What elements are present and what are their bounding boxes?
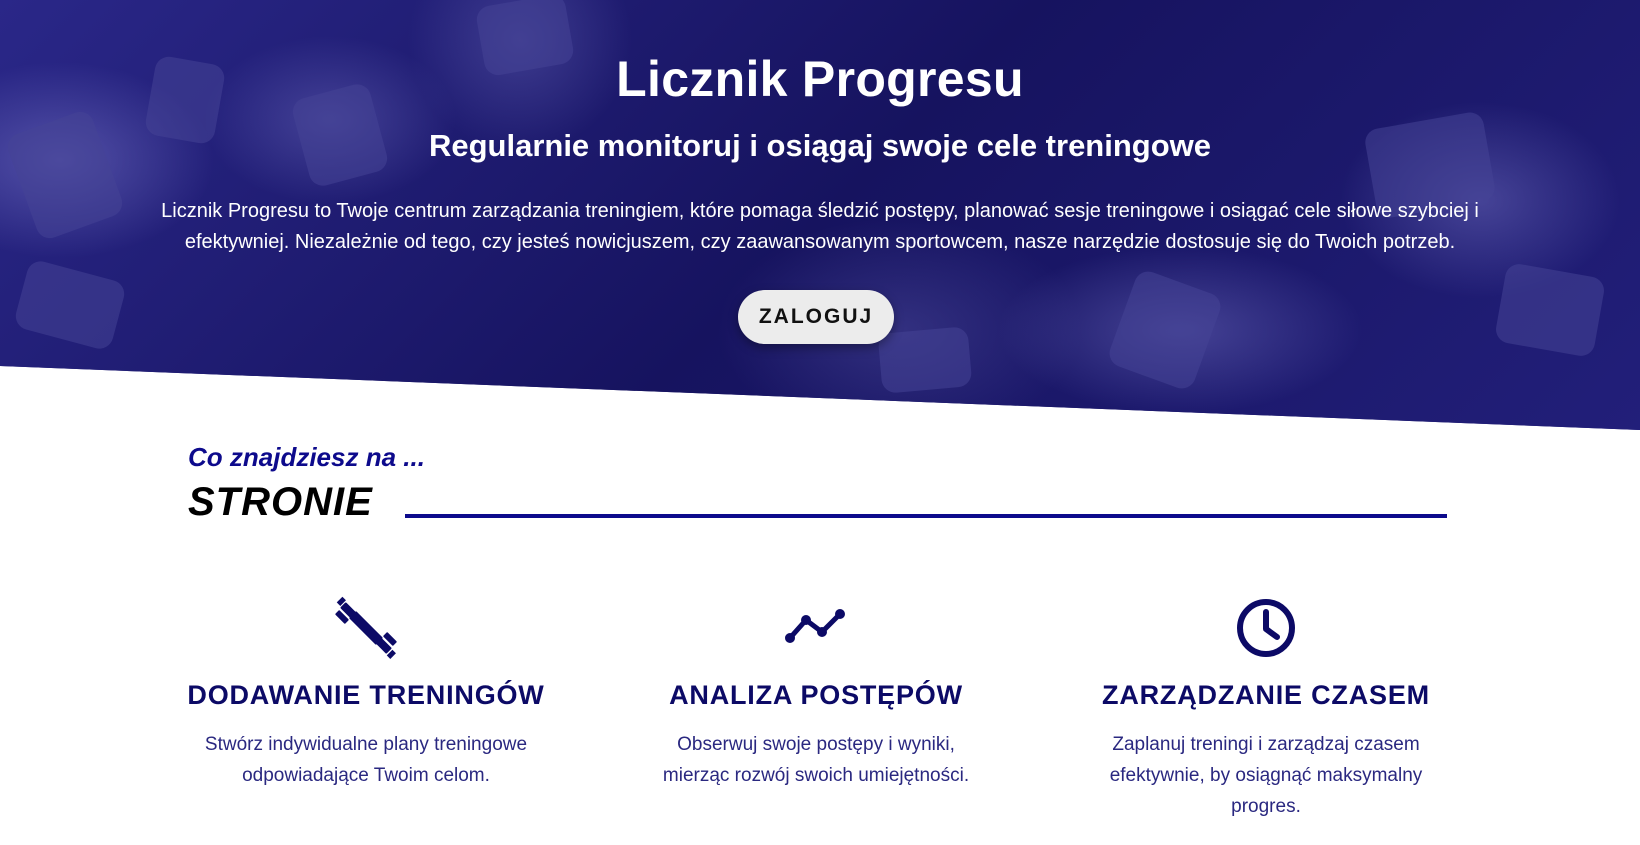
feature-description: Obserwuj swoje postępy i wyniki, mierząc…	[662, 734, 970, 786]
section-divider	[405, 514, 1447, 518]
feature-description: Stwórz indywidualne plany treningowe odp…	[204, 734, 528, 786]
feature-card-progress: ANALIZA POSTĘPÓW Obserwuj swoje postępy …	[626, 596, 1006, 791]
feature-title: DODAWANIE TRENINGÓW	[187, 680, 545, 710]
hero-subtitle: Regularnie monitoruj i osiągaj swoje cel…	[428, 128, 1212, 163]
feature-title: ZARZĄDZANIE CZASEM	[1102, 680, 1430, 710]
dumbbell-icon	[335, 596, 397, 659]
hero-section: Licznik Progresu Regularnie monitoruj i …	[0, 0, 1640, 430]
clock-icon	[1237, 599, 1295, 657]
login-button[interactable]: ZALOGUJ	[738, 290, 894, 344]
feature-card-time: ZARZĄDZANIE CZASEM Zaplanuj treningi i z…	[1076, 596, 1456, 822]
page: Licznik Progresu Regularnie monitoruj i …	[0, 0, 1640, 845]
feature-title: ANALIZA POSTĘPÓW	[669, 680, 963, 710]
hero-description: Licznik Progresu to Twoje centrum zarząd…	[161, 200, 1479, 253]
chart-line-icon	[785, 609, 845, 643]
feature-description: Zaplanuj treningi i zarządzaj czasem efe…	[1109, 734, 1423, 817]
section-kicker: Co znajdziesz na ...	[188, 442, 425, 472]
section-title: STRONIE	[188, 480, 373, 524]
feature-card-workouts: DODAWANIE TRENINGÓW Stwórz indywidualne …	[176, 596, 556, 791]
hero-title: Licznik Progresu	[616, 51, 1024, 107]
